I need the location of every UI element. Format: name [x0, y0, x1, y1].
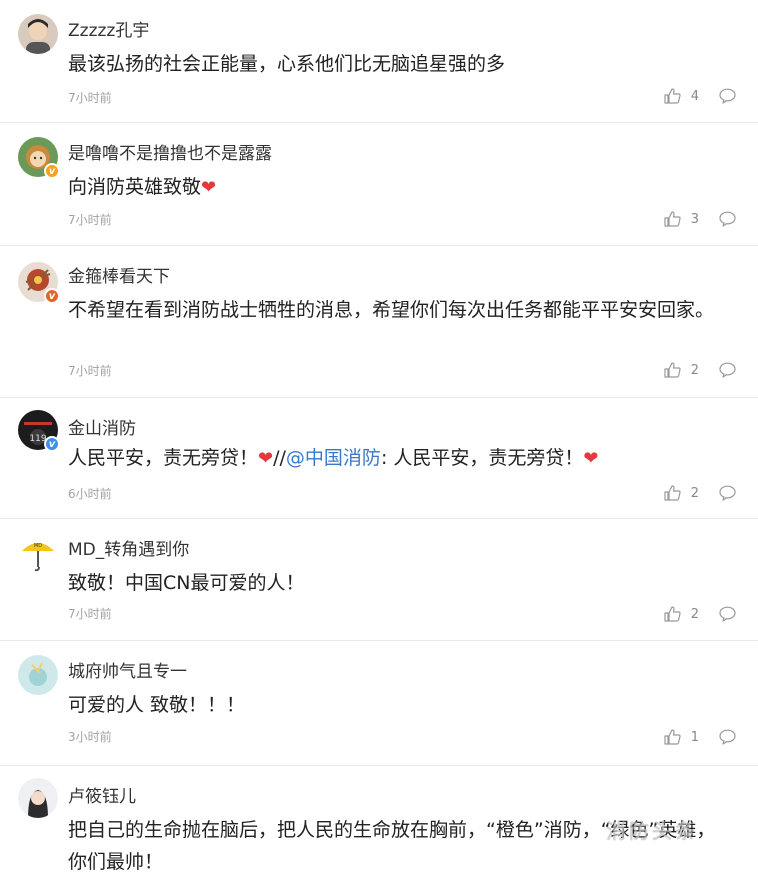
avatar[interactable]: 119 v	[18, 410, 60, 452]
verified-v-icon: v	[44, 436, 60, 452]
username[interactable]: 金箍棒看天下	[68, 262, 170, 287]
comment-text: 向消防英雄致敬❤	[68, 171, 728, 204]
avatar[interactable]: v	[18, 262, 60, 304]
reply-button[interactable]	[719, 211, 736, 227]
heart-icon: ❤	[201, 177, 217, 198]
comment-actions: 2	[664, 485, 736, 501]
username[interactable]: 金山消防	[68, 414, 136, 439]
comment-actions: 4	[664, 88, 736, 104]
avatar[interactable]	[18, 778, 58, 818]
thumbs-up-icon	[664, 211, 681, 227]
like-button[interactable]: 4	[664, 88, 719, 104]
comment-list: Zzzzz孔宇 最该弘扬的社会正能量，心系他们比无脑追星强的多 7小时前 4 v…	[0, 0, 758, 873]
comment-bubble-icon	[719, 606, 736, 622]
username[interactable]: 是噜噜不是撸撸也不是露露	[68, 139, 272, 164]
comment-text: 不希望在看到消防战士牺牲的消息，希望你们每次出任务都能平平安安回家。	[68, 299, 715, 321]
timestamp: 7小时前	[68, 91, 112, 105]
thumbs-up-icon	[664, 606, 681, 622]
timestamp: 7小时前	[68, 364, 112, 378]
avatar[interactable]: MD	[18, 533, 58, 573]
verified-v-icon: v	[44, 163, 60, 179]
comment-actions: 3	[664, 211, 736, 227]
like-button[interactable]: 3	[664, 211, 719, 227]
avatar[interactable]	[18, 14, 58, 54]
thumbs-up-icon	[664, 362, 681, 378]
reply-button[interactable]	[719, 485, 736, 501]
comment-item: 城府帅气且专一 可爱的人 致敬！！！ 3小时前 1	[0, 641, 758, 766]
watermark: 消防头条	[606, 819, 698, 843]
like-count: 2	[690, 606, 699, 622]
avatar[interactable]: v	[18, 137, 60, 179]
timestamp: 7小时前	[68, 213, 112, 227]
like-button[interactable]: 1	[664, 729, 719, 745]
comment-bubble-icon	[719, 729, 736, 745]
like-count: 1	[690, 729, 699, 745]
username[interactable]: Zzzzz孔宇	[68, 16, 149, 41]
thumbs-up-icon	[664, 729, 681, 745]
heart-icon: ❤	[258, 448, 274, 469]
comment-bubble-icon	[719, 211, 736, 227]
reply-button[interactable]	[719, 362, 736, 378]
like-button[interactable]: 2	[664, 606, 719, 622]
username[interactable]: 卢筱钰儿	[68, 782, 136, 807]
comment-bubble-icon	[719, 88, 736, 104]
comment-text-body: 向消防英雄致敬	[68, 176, 202, 198]
like-count: 2	[690, 485, 699, 501]
avatar[interactable]	[18, 655, 58, 695]
timestamp: 6小时前	[68, 487, 112, 501]
like-button[interactable]: 2	[664, 362, 719, 378]
mention-link[interactable]: @中国消防	[286, 447, 381, 469]
thumbs-up-icon	[664, 88, 681, 104]
reply-button[interactable]	[719, 729, 736, 745]
username[interactable]: 城府帅气且专一	[68, 657, 187, 682]
comment-bubble-icon	[719, 485, 736, 501]
svg-text:MD: MD	[34, 543, 42, 549]
comment-item: v 金箍棒看天下 不希望在看到消防战士牺牲的消息，希望你们每次出任务都能平平安安…	[0, 246, 758, 398]
verified-v-icon: v	[44, 288, 60, 304]
timestamp: 7小时前	[68, 607, 112, 621]
comment-bubble-icon	[719, 362, 736, 378]
like-count: 3	[690, 211, 699, 227]
like-button[interactable]: 2	[664, 485, 719, 501]
comment-text: 人民平安，责无旁贷！❤//@中国消防: 人民平安，责无旁贷！❤	[68, 442, 728, 475]
comment-item: 119 v 金山消防 人民平安，责无旁贷！❤//@中国消防: 人民平安，责无旁贷…	[0, 398, 758, 519]
reply-button[interactable]	[719, 606, 736, 622]
comment-actions: 2	[664, 362, 736, 378]
like-count: 2	[690, 362, 699, 378]
username[interactable]: MD_转角遇到你	[68, 535, 189, 560]
comment-actions: 2	[664, 606, 736, 622]
comment-text: 致敬！中国CN最可爱的人！	[68, 572, 305, 594]
reply-button[interactable]	[719, 88, 736, 104]
thumbs-up-icon	[664, 485, 681, 501]
comment-text: 可爱的人 致敬！！！	[68, 694, 246, 716]
comment-text: 最该弘扬的社会正能量，心系他们比无脑追星强的多	[68, 53, 506, 75]
comment-item: MD MD_转角遇到你 致敬！中国CN最可爱的人！ 7小时前 2	[0, 519, 758, 641]
like-count: 4	[690, 88, 699, 104]
heart-icon: ❤	[583, 448, 599, 469]
comment-item: v 是噜噜不是撸撸也不是露露 向消防英雄致敬❤ 7小时前 3	[0, 123, 758, 246]
comment-text-body: 人民平安，责无旁贷！	[68, 447, 259, 469]
timestamp: 3小时前	[68, 730, 112, 744]
comment-actions: 1	[664, 729, 736, 745]
comment-item: Zzzzz孔宇 最该弘扬的社会正能量，心系他们比无脑追星强的多 7小时前 4	[0, 0, 758, 123]
repost-separator: //	[273, 447, 286, 469]
comment-text-quoted: : 人民平安，责无旁贷！	[380, 447, 584, 469]
